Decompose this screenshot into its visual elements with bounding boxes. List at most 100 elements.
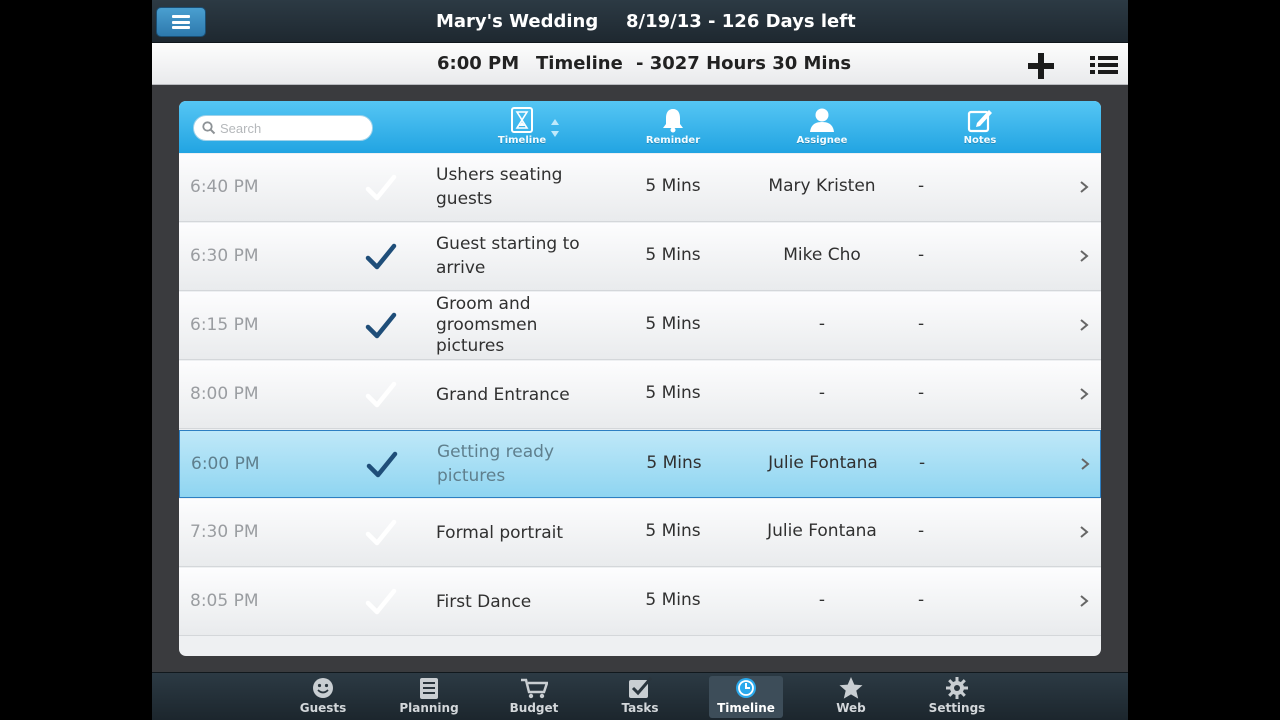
gear-icon [946, 677, 968, 699]
column-header-bar: Timeline Reminder [179, 101, 1101, 153]
row-time: 6:40 PM [190, 177, 259, 197]
tab-label: Guests [299, 701, 347, 715]
row-task: First Dance [436, 592, 532, 612]
column-notes-label: Notes [963, 135, 997, 146]
hours-countdown: - 3027 Hours 30 Mins [636, 53, 852, 74]
tab-label: Timeline [717, 701, 775, 715]
row-notes: - [918, 590, 925, 610]
row-assignee: Mike Cho [783, 245, 861, 265]
row-assignee: Mary Kristen [768, 176, 876, 196]
tab-planning[interactable]: Planning [392, 676, 466, 718]
timeline-row[interactable]: 6:15 PM Groom and groomsmen pictures 5 M… [179, 292, 1101, 360]
chevron-right-icon [1080, 319, 1089, 331]
checkmark-icon[interactable] [365, 311, 397, 341]
chevron-right-icon [1080, 250, 1089, 262]
unchecked-mark-icon[interactable] [365, 518, 397, 548]
timeline-row[interactable]: 7:30 PM Formal portrait 5 Mins Julie Fon… [179, 499, 1101, 567]
app-window: Mary's Wedding 8/19/13 - 126 Days left 6… [152, 0, 1128, 720]
checkmark-icon[interactable] [366, 450, 398, 480]
row-notes: - [919, 453, 926, 473]
menu-button[interactable] [156, 7, 206, 37]
bell-icon [663, 109, 683, 133]
row-notes: - [918, 521, 925, 541]
tab-tasks[interactable]: Tasks [603, 676, 677, 718]
clock-icon [736, 678, 756, 698]
hourglass-icon [511, 107, 533, 133]
row-reminder: 5 Mins [645, 590, 701, 610]
person-icon [810, 108, 834, 132]
row-task: Ushers seating guests [436, 165, 563, 209]
timeline-panel: Timeline Reminder [179, 101, 1101, 656]
timeline-row[interactable]: 6:40 PM Ushers seating guests 5 Mins Mar… [179, 154, 1101, 222]
edit-note-icon [967, 110, 992, 133]
row-reminder: 5 Mins [645, 521, 701, 541]
chevron-right-icon [1081, 458, 1090, 470]
sort-arrows-icon[interactable] [550, 118, 560, 138]
row-task: Grand Entrance [436, 385, 570, 405]
tab-timeline[interactable]: Timeline [709, 676, 783, 718]
hamburger-menu-icon [172, 15, 190, 29]
tab-guests[interactable]: Guests [286, 676, 360, 718]
row-time: 6:15 PM [190, 315, 259, 335]
column-assignee-label: Assignee [796, 135, 848, 146]
tab-web[interactable]: Web [814, 676, 888, 718]
row-reminder: 5 Mins [645, 383, 701, 403]
column-reminder[interactable]: Reminder [628, 105, 718, 146]
search-icon [202, 121, 216, 135]
unchecked-mark-icon[interactable] [365, 173, 397, 203]
plus-icon[interactable] [1028, 53, 1054, 79]
tab-label: Budget [509, 701, 559, 715]
chevron-right-icon [1080, 181, 1089, 193]
tab-settings[interactable]: Settings [920, 676, 994, 718]
view-title: Timeline [536, 53, 623, 74]
row-task: Groom and groomsmen pictures [436, 294, 538, 356]
timeline-row[interactable]: 8:00 PM Grand Entrance 5 Mins - - [179, 361, 1101, 429]
row-assignee: Julie Fontana [767, 521, 877, 541]
checkmark-icon[interactable] [365, 242, 397, 272]
row-notes: - [918, 314, 925, 334]
list-view-icon[interactable] [1089, 54, 1119, 76]
unchecked-mark-icon[interactable] [365, 587, 397, 617]
tab-label: Settings [928, 701, 986, 715]
chevron-right-icon [1080, 595, 1089, 607]
timeline-row[interactable]: 8:05 PM First Dance 5 Mins - - [179, 568, 1101, 636]
current-time: 6:00 PM [437, 53, 520, 74]
tab-budget[interactable]: Budget [497, 676, 571, 718]
event-title: Mary's Wedding [436, 11, 599, 32]
search-box[interactable] [193, 115, 373, 141]
row-reminder: 5 Mins [645, 245, 701, 265]
row-time: 6:30 PM [190, 246, 259, 266]
top-bar: Mary's Wedding 8/19/13 - 126 Days left [152, 0, 1128, 43]
bottom-tab-bar: Guests Planning Budget Tasks Timeline We… [152, 672, 1128, 720]
row-task: Formal portrait [436, 523, 564, 543]
sub-header: 6:00 PM Timeline - 3027 Hours 30 Mins [152, 43, 1128, 85]
smiley-icon [313, 678, 333, 698]
row-time: 8:00 PM [190, 384, 259, 404]
chevron-right-icon [1080, 388, 1089, 400]
column-reminder-label: Reminder [645, 135, 701, 146]
tab-label: Tasks [621, 701, 659, 715]
search-input[interactable] [220, 119, 365, 137]
row-task: Getting ready pictures [437, 442, 554, 486]
checkbox-icon [629, 677, 653, 698]
column-assignee[interactable]: Assignee [777, 105, 867, 146]
row-reminder: 5 Mins [645, 176, 701, 196]
clipboard-icon [420, 678, 438, 699]
row-assignee: - [818, 590, 826, 610]
row-assignee: - [818, 383, 826, 403]
timeline-row[interactable]: 6:30 PM Guest starting to arrive 5 Mins … [179, 223, 1101, 291]
timeline-row-selected[interactable]: 6:00 PM Getting ready pictures 5 Mins Ju… [179, 430, 1101, 498]
row-time: 8:05 PM [190, 591, 259, 611]
row-assignee: - [818, 314, 826, 334]
row-reminder: 5 Mins [645, 314, 701, 334]
event-date-countdown: 8/19/13 - 126 Days left [626, 11, 856, 32]
star-icon [839, 677, 863, 699]
row-notes: - [918, 245, 925, 265]
cart-icon [521, 678, 548, 699]
row-notes: - [918, 176, 925, 196]
column-notes[interactable]: Notes [935, 105, 1025, 146]
row-assignee: Julie Fontana [768, 453, 878, 473]
unchecked-mark-icon[interactable] [365, 380, 397, 410]
row-reminder: 5 Mins [646, 453, 702, 473]
row-time: 7:30 PM [190, 522, 259, 542]
